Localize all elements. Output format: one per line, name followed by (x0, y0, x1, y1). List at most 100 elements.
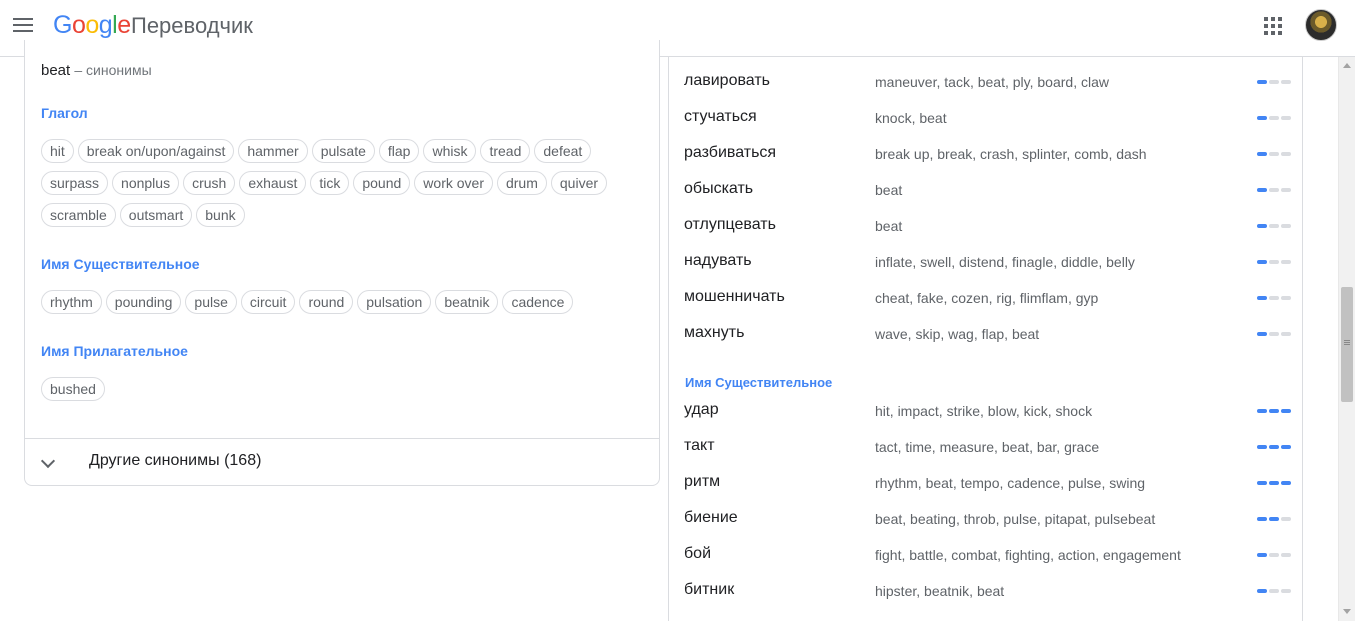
translation-row[interactable]: лавировать maneuver, tack, beat, ply, boa… (669, 65, 1302, 101)
synonym-chip[interactable]: cadence (502, 290, 574, 314)
translation-word[interactable]: отлупцевать (684, 216, 776, 234)
translation-word[interactable]: махнуть (684, 324, 744, 342)
synonym-chip[interactable]: scramble (41, 203, 116, 227)
chip-group-verb: hit break on/upon/against hammer pulsate fla… (41, 139, 641, 227)
synonym-chip[interactable]: beatnik (435, 290, 499, 314)
back-translations: tact, time, measure, beat, bar, grace (875, 439, 1100, 455)
translation-row[interactable]: биение beat, beating, throb, pulse, pitap… (669, 502, 1302, 538)
synonym-chip[interactable]: pulsate (311, 139, 375, 163)
hamburger-menu-icon[interactable] (13, 16, 35, 34)
back-translations: rhythm, beat, tempo, cadence, pulse, swi… (875, 475, 1146, 491)
frequency-bar (1257, 224, 1291, 229)
translation-word[interactable]: такт (684, 437, 715, 455)
translation-row[interactable]: надувать inflate, swell, distend, finagle… (669, 245, 1302, 281)
translation-row[interactable]: стучаться knock, beat (669, 101, 1302, 137)
pos-label-noun: Имя Существительное (41, 256, 200, 272)
apps-grid-icon[interactable] (1264, 17, 1282, 35)
translation-row[interactable]: мошенничать cheat, fake, cozen, rig, flim… (669, 281, 1302, 317)
synonyms-subtitle: – синонимы (74, 62, 152, 78)
chip-group-adjective: bushed (41, 377, 641, 401)
synonym-chip[interactable]: bunk (196, 203, 245, 227)
translation-row[interactable]: махнуть wave, skip, wag, flap, beat (669, 317, 1302, 353)
logo-letter: g (98, 11, 113, 39)
translation-word[interactable]: ритм (684, 473, 720, 491)
logo-letter: G (53, 11, 72, 39)
synonym-chip[interactable]: hit (41, 139, 74, 163)
translation-word[interactable]: стучаться (684, 108, 757, 126)
synonym-chip[interactable]: bushed (41, 377, 105, 401)
synonym-chip[interactable]: nonplus (112, 171, 180, 195)
synonym-chip[interactable]: outsmart (119, 203, 193, 227)
translation-row[interactable]: битник hipster, beatnik, beat (669, 574, 1302, 610)
back-translations: break up, break, crash, splinter, comb, … (875, 146, 1147, 162)
synonym-chip[interactable]: whisk (423, 139, 477, 163)
scroll-down-arrow-icon[interactable] (1343, 609, 1351, 614)
synonym-chip[interactable]: break on/upon/against (77, 139, 235, 163)
translation-word[interactable]: разбиваться (684, 144, 776, 162)
back-translations: maneuver, tack, beat, ply, board, claw (875, 74, 1109, 90)
back-translations: beat (875, 182, 903, 198)
back-translations: inflate, swell, distend, finagle, diddle… (875, 254, 1135, 270)
frequency-bar (1257, 409, 1291, 414)
synonym-chip[interactable]: hammer (238, 139, 308, 163)
google-logo[interactable]: Google (53, 11, 131, 40)
synonym-chip[interactable]: rhythm (41, 290, 102, 314)
frequency-bar (1257, 553, 1291, 558)
synonym-chip[interactable]: pulsation (357, 290, 432, 314)
product-name[interactable]: Переводчик (131, 13, 253, 39)
translation-row[interactable]: обыскать beat (669, 173, 1302, 209)
translation-word[interactable]: лавировать (684, 72, 770, 90)
translation-row[interactable]: отлупцевать beat (669, 209, 1302, 245)
frequency-bar (1257, 332, 1291, 337)
synonym-chip[interactable]: tread (480, 139, 531, 163)
page-scrollbar[interactable] (1338, 57, 1355, 621)
back-translations: beat (875, 218, 903, 234)
translation-row[interactable]: удар hit, impact, strike, blow, kick, sho… (669, 394, 1302, 430)
frequency-bar (1257, 296, 1291, 301)
synonym-chip[interactable]: exhaust (239, 171, 307, 195)
synonym-chip[interactable]: work over (414, 171, 493, 195)
synonym-chip[interactable]: defeat (534, 139, 592, 163)
pos-label-verb: Глагол (41, 105, 88, 121)
scroll-up-arrow-icon[interactable] (1343, 63, 1351, 68)
frequency-bar (1257, 188, 1291, 193)
translation-word[interactable]: надувать (684, 252, 752, 270)
translation-word[interactable]: удар (684, 401, 719, 419)
synonym-chip[interactable]: quiver (550, 171, 608, 195)
back-translations: knock, beat (875, 110, 947, 126)
translation-word[interactable]: бой (684, 545, 711, 563)
translation-row[interactable]: бой fight, battle, combat, fighting, acti… (669, 538, 1302, 574)
synonyms-card: beat – синонимы Глагол hit break on/upon/… (24, 40, 660, 486)
more-synonyms-button[interactable]: Другие синонимы (168) (25, 438, 659, 485)
logo-letter: o (71, 11, 86, 39)
translation-word[interactable]: биение (684, 509, 738, 527)
chip-group-noun: rhythm pounding pulse circuit round pulsation… (41, 290, 641, 314)
synonym-chip[interactable]: tick (310, 171, 350, 195)
synonym-chip[interactable]: pulse (185, 290, 237, 314)
scrollbar-thumb[interactable] (1341, 287, 1353, 402)
translation-word[interactable]: мошенничать (684, 288, 785, 306)
synonym-chip[interactable]: crush (183, 171, 236, 195)
translation-word[interactable]: обыскать (684, 180, 753, 198)
logo-letter: e (117, 11, 131, 39)
translation-row[interactable]: разбиваться break up, break, crash, splin… (669, 137, 1302, 173)
more-synonyms-label: Другие синонимы (168) (89, 452, 262, 469)
frequency-bar (1257, 260, 1291, 265)
synonym-chip[interactable]: pounding (105, 290, 182, 314)
frequency-bar (1257, 481, 1291, 486)
synonym-chip[interactable]: circuit (240, 290, 296, 314)
translations-panel: Имя Существительное лавировать maneuver, … (668, 57, 1303, 621)
back-translations: hit, impact, strike, blow, kick, shock (875, 403, 1093, 419)
pos-label-adjective: Имя Прилагательное (41, 343, 188, 359)
synonym-chip[interactable]: round (299, 290, 354, 314)
translation-row[interactable]: такт tact, time, measure, beat, bar, grac… (669, 430, 1302, 466)
synonym-chip[interactable]: flap (378, 139, 420, 163)
frequency-bar (1257, 80, 1291, 85)
synonym-chip[interactable]: drum (496, 171, 547, 195)
translation-row[interactable]: ритм rhythm, beat, tempo, cadence, pulse,… (669, 466, 1302, 502)
avatar[interactable] (1305, 9, 1337, 41)
synonym-chip[interactable]: pound (353, 171, 411, 195)
chevron-down-icon (40, 453, 56, 469)
synonym-chip[interactable]: surpass (41, 171, 109, 195)
translation-word[interactable]: битник (684, 581, 734, 599)
